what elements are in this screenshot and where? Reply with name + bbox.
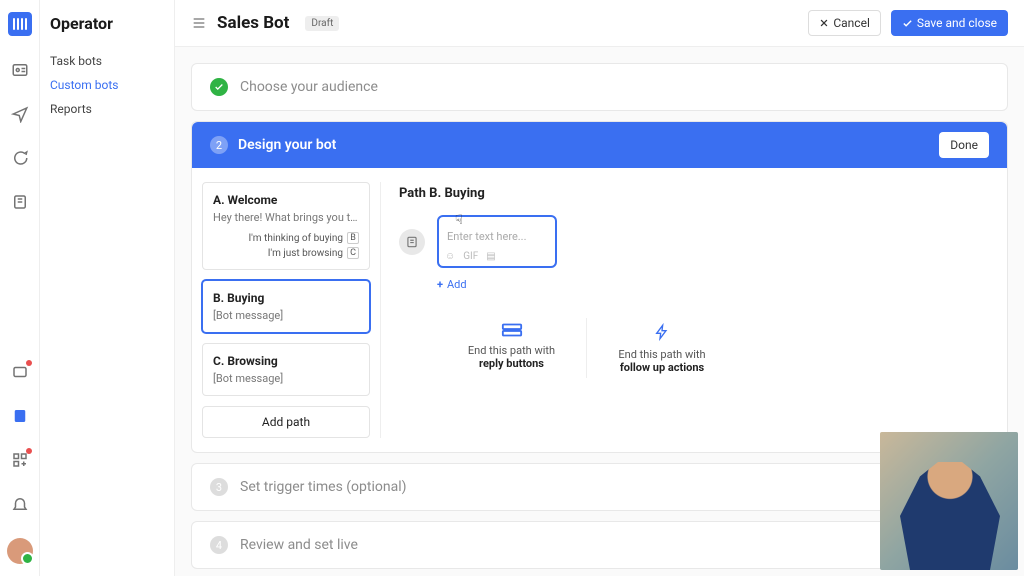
video-thumbnail[interactable] xyxy=(880,432,1018,570)
check-icon xyxy=(210,78,228,96)
add-path-button[interactable]: Add path xyxy=(202,406,370,438)
icon-rail xyxy=(0,0,40,576)
apps-icon[interactable] xyxy=(10,450,30,470)
brand-logo[interactable] xyxy=(8,12,32,36)
path-message: [Bot message] xyxy=(213,372,359,385)
book-icon[interactable] xyxy=(10,192,30,212)
paths-column: A. Welcome Hey there! What brings you to… xyxy=(202,182,370,438)
docs-icon[interactable] xyxy=(10,406,30,426)
topbar: Sales Bot Draft Cancel Save and close xyxy=(175,0,1024,47)
end-opt-line1: End this path with xyxy=(597,348,727,361)
step-title: Set trigger times (optional) xyxy=(240,479,407,495)
step-title: Design your bot xyxy=(238,137,929,153)
reply-buttons-icon xyxy=(447,322,576,338)
sidebar: Operator Task bots Custom bots Reports xyxy=(40,0,175,576)
path-detail: Path B. Buying ☺ GIF xyxy=(380,182,997,438)
message-input-box[interactable]: ☺ GIF ▤ xyxy=(437,215,557,268)
path-message: Hey there! What brings you to our p... xyxy=(213,211,359,224)
save-button[interactable]: Save and close xyxy=(891,10,1008,36)
step-title: Choose your audience xyxy=(240,79,378,95)
chat-icon[interactable] xyxy=(10,148,30,168)
save-label: Save and close xyxy=(917,16,997,30)
end-opt-line1: End this path with xyxy=(447,344,576,357)
step-number: 3 xyxy=(210,478,228,496)
menu-icon[interactable] xyxy=(191,15,207,31)
path-card-browsing[interactable]: C. Browsing [Bot message] xyxy=(202,343,370,396)
path-option: I'm just browsingC xyxy=(268,247,359,259)
user-avatar[interactable] xyxy=(7,538,33,564)
send-icon[interactable] xyxy=(10,104,30,124)
path-card-welcome[interactable]: A. Welcome Hey there! What brings you to… xyxy=(202,182,370,270)
sidebar-item-reports[interactable]: Reports xyxy=(50,97,162,121)
cancel-label: Cancel xyxy=(833,16,870,30)
step-audience[interactable]: Choose your audience xyxy=(191,63,1008,111)
end-opt-line2: follow up actions xyxy=(597,361,727,374)
step-design: 2 Design your bot Done A. Welcome Hey th… xyxy=(191,121,1008,453)
step-number: 2 xyxy=(210,136,228,154)
sidebar-item-task-bots[interactable]: Task bots xyxy=(50,49,162,73)
page-title: Sales Bot xyxy=(217,13,289,33)
main: Sales Bot Draft Cancel Save and close Ch… xyxy=(175,0,1024,576)
attach-icon[interactable]: ▤ xyxy=(486,251,495,262)
end-with-reply-buttons[interactable]: End this path with reply buttons xyxy=(437,318,587,378)
cancel-button[interactable]: Cancel xyxy=(808,10,881,36)
bolt-icon xyxy=(597,322,727,342)
path-option: I'm thinking of buyingB xyxy=(248,232,359,244)
people-icon[interactable] xyxy=(10,60,30,80)
path-message: [Bot message] xyxy=(213,309,359,322)
path-label: A. Welcome xyxy=(213,193,359,207)
gif-button[interactable]: GIF xyxy=(463,251,478,262)
done-button[interactable]: Done xyxy=(939,132,989,158)
path-label: B. Buying xyxy=(213,291,359,305)
inbox-icon[interactable] xyxy=(10,362,30,382)
message-input[interactable] xyxy=(447,230,547,243)
bell-icon[interactable] xyxy=(10,494,30,514)
end-opt-line2: reply buttons xyxy=(447,357,576,370)
path-label: C. Browsing xyxy=(213,354,359,368)
sidebar-item-custom-bots[interactable]: Custom bots xyxy=(50,73,162,97)
bot-avatar-icon xyxy=(399,229,425,255)
end-with-followup[interactable]: End this path with follow up actions xyxy=(587,318,737,378)
step-number: 4 xyxy=(210,536,228,554)
add-block-button[interactable]: +Add xyxy=(437,278,467,291)
step-header: 2 Design your bot Done xyxy=(192,122,1007,168)
emoji-icon[interactable]: ☺ xyxy=(445,251,455,262)
sidebar-title: Operator xyxy=(50,14,162,33)
step-title: Review and set live xyxy=(240,537,358,553)
path-card-buying[interactable]: B. Buying [Bot message] xyxy=(202,280,370,333)
status-badge: Draft xyxy=(305,16,339,31)
detail-heading: Path B. Buying xyxy=(399,186,979,201)
